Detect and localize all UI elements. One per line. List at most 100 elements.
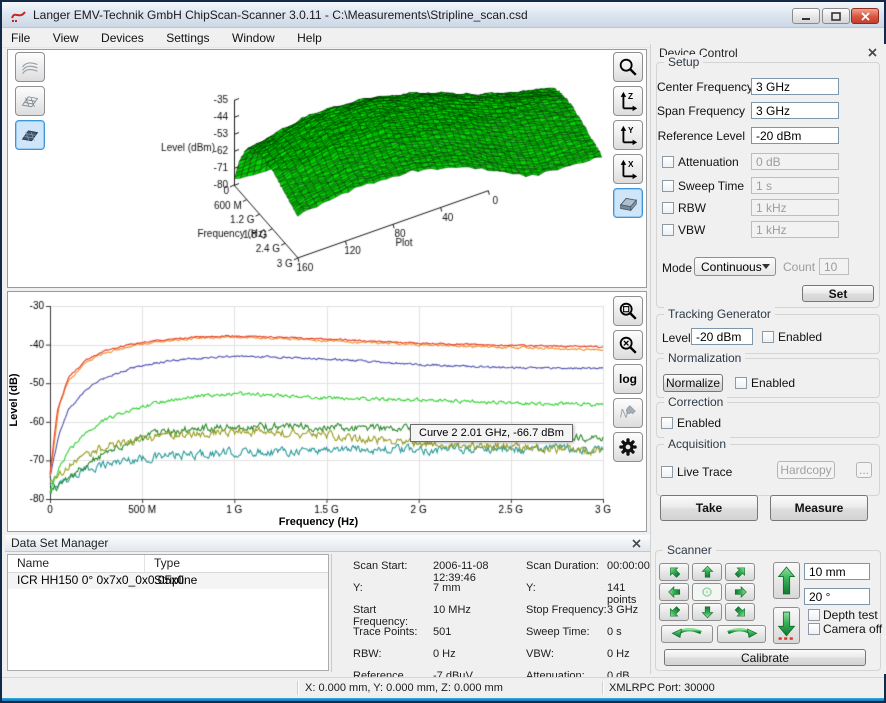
minimize-icon <box>801 12 811 21</box>
attenuation-label: Attenuation <box>678 155 739 169</box>
home-position-button[interactable] <box>692 583 722 601</box>
data-set-manager-header[interactable]: Data Set Manager <box>5 535 650 552</box>
probe-up-button[interactable] <box>773 562 800 599</box>
live-trace-checkbox[interactable] <box>661 466 673 478</box>
cell-name: ICR HH150 0° 0x7x0_0x0.05x0 <box>8 573 145 589</box>
table-row[interactable]: ICR HH150 0° 0x7x0_0x0.05x0 Stripline <box>8 573 328 589</box>
rbw-checkbox[interactable] <box>662 202 674 214</box>
table-header-row: Name Type <box>8 555 328 573</box>
menu-help[interactable]: Help <box>288 28 331 48</box>
calibrate-button[interactable]: Calibrate <box>664 649 866 666</box>
tg-level-field[interactable] <box>691 328 753 345</box>
view-axis-y-button[interactable]: Y <box>613 120 643 150</box>
close-button[interactable] <box>851 8 879 24</box>
column-header-type[interactable]: Type <box>145 555 189 572</box>
data-set-table: Name Type ICR HH150 0° 0x7x0_0x0.05x0 St… <box>7 554 329 671</box>
mode-label: Mode <box>662 261 692 275</box>
move-right-button[interactable] <box>725 583 755 601</box>
view-axis-z-button[interactable]: Z <box>613 86 643 116</box>
rbw-field <box>751 199 839 216</box>
move-up-button[interactable] <box>692 563 722 581</box>
marker-button[interactable]: N <box>613 398 643 428</box>
menu-view[interactable]: View <box>44 28 88 48</box>
view-axis-x-button[interactable]: X <box>613 154 643 184</box>
surface-lines-button[interactable] <box>15 52 45 82</box>
count-field <box>819 258 849 275</box>
depth-test-checkbox[interactable] <box>808 609 820 621</box>
move-down-left-button[interactable] <box>659 603 689 621</box>
log-scale-button[interactable]: log <box>613 364 643 394</box>
title-bar[interactable]: Langer EMV-Technik GmbH ChipScan-Scanner… <box>2 2 884 28</box>
attenuation-checkbox[interactable] <box>662 156 674 168</box>
camera-off-checkbox[interactable] <box>808 623 820 635</box>
menu-settings[interactable]: Settings <box>157 28 218 48</box>
tg-enabled-checkbox[interactable] <box>762 331 774 343</box>
sweep-time-checkbox[interactable] <box>662 180 674 192</box>
correction-enabled-checkbox[interactable] <box>661 417 673 429</box>
plot2d-y-axis-title: Level (dB) <box>8 340 20 460</box>
vbw-checkbox[interactable] <box>662 224 674 236</box>
plot-settings-button[interactable] <box>613 432 643 462</box>
move-up-right-button[interactable] <box>725 563 755 581</box>
rbw-label: RBW <box>678 201 706 215</box>
center-frequency-field[interactable] <box>751 78 839 95</box>
maximize-button[interactable] <box>822 8 850 24</box>
move-left-button[interactable] <box>659 583 689 601</box>
arrow-up-right-icon <box>730 562 751 583</box>
step-distance-field[interactable] <box>804 563 870 580</box>
surface-lines-icon <box>20 57 40 77</box>
move-up-left-button[interactable] <box>659 563 689 581</box>
measure-button[interactable]: Measure <box>770 495 868 521</box>
line-plot-canvas[interactable] <box>26 296 611 514</box>
move-down-right-button[interactable] <box>725 603 755 621</box>
normalization-enabled-checkbox[interactable] <box>735 377 747 389</box>
magnifier-icon <box>617 56 639 78</box>
minimize-button[interactable] <box>792 8 820 24</box>
hardcopy-button: Hardcopy <box>777 461 835 479</box>
acquisition-group: Acquisition Live Trace Hardcopy ... <box>656 444 880 496</box>
menu-devices[interactable]: Devices <box>92 28 153 48</box>
vbw-field <box>751 221 839 238</box>
menu-file[interactable]: File <box>2 28 39 48</box>
info-value: 0 Hz <box>607 648 650 660</box>
normalization-label: Normalization <box>664 351 745 365</box>
plot2d-x-axis-title: Frequency (Hz) <box>26 516 611 528</box>
surface-plot-canvas[interactable] <box>52 52 607 285</box>
setup-group-label: Setup <box>664 55 703 69</box>
reference-level-field[interactable] <box>751 127 839 144</box>
mode-dropdown[interactable]: Continuous <box>694 257 776 276</box>
rotate-ccw-button[interactable] <box>661 625 713 643</box>
probe-down-button[interactable] <box>773 607 800 644</box>
dock-close-button[interactable] <box>631 538 642 549</box>
rotate-cw-button[interactable] <box>717 625 766 643</box>
arrow-down-right-icon <box>730 602 751 623</box>
move-down-button[interactable] <box>692 603 722 621</box>
zoom-reset-button[interactable] <box>613 330 643 360</box>
info-value: 2006-11-08 12:39:46 <box>433 560 526 584</box>
scan-info-panel: Scan Start:2006-11-08 12:39:46Scan Durat… <box>331 554 648 672</box>
take-button[interactable]: Take <box>660 495 758 521</box>
column-header-name[interactable]: Name <box>8 555 145 572</box>
surface-mesh-button[interactable] <box>15 86 45 116</box>
step-angle-field[interactable] <box>804 588 870 605</box>
info-label: Sweep Time: <box>526 626 607 638</box>
svg-text:Z: Z <box>628 92 633 101</box>
correction-label: Correction <box>664 395 727 409</box>
normalize-button[interactable]: Normalize <box>663 374 723 392</box>
span-frequency-field[interactable] <box>751 102 839 119</box>
set-button[interactable]: Set <box>802 285 874 302</box>
svg-text:Y: Y <box>628 126 634 135</box>
surface-solid-button[interactable] <box>15 120 45 150</box>
magnifier-reset-icon <box>617 334 639 356</box>
gear-icon <box>617 436 639 458</box>
reference-level-label: Reference Level <box>657 129 745 143</box>
dock-close-button[interactable] <box>867 47 878 58</box>
zoom-in-button[interactable] <box>613 296 643 326</box>
menu-window[interactable]: Window <box>223 28 284 48</box>
view-3d-button[interactable] <box>613 188 643 218</box>
arrow-down-icon <box>700 605 715 619</box>
zoom-3d-button[interactable] <box>613 52 643 82</box>
arrow-down-left-icon <box>664 602 685 623</box>
info-value: 3 GHz <box>607 604 650 616</box>
status-divider <box>602 681 603 695</box>
